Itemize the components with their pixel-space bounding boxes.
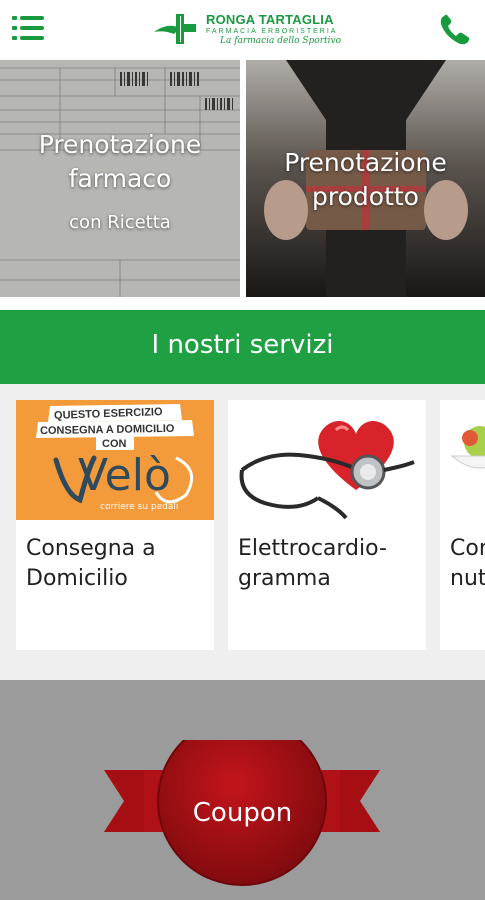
velo-tagline: corriere su pedali: [100, 502, 179, 512]
logo-title: RONGA TARTAGLIA: [206, 12, 334, 27]
hamburger-menu-icon[interactable]: [12, 14, 46, 42]
velo-sign-line3: CON: [102, 438, 127, 450]
service-label-consegna: Consegna a Domicilio: [26, 536, 156, 591]
cross-logo-icon: [154, 14, 196, 44]
service-label-elettrocardiogramma: Elettrocardio- gramma: [238, 536, 387, 591]
velo-sign-line2: CONSEGNA A DOMICILIO: [39, 422, 175, 438]
prenotazione-prodotto-tile[interactable]: Prenotazione prodotto: [246, 60, 485, 297]
app-header: RONGA TARTAGLIA FARMACIA ERBORISTERIA La…: [0, 0, 485, 58]
hero-prodotto-title: Prenotazione prodotto: [284, 148, 447, 211]
phone-icon[interactable]: [436, 10, 474, 48]
hero-farmaco-title: Prenotazione farmaco: [38, 130, 202, 193]
logo-subtitle: FARMACIA ERBORISTERIA: [206, 28, 338, 35]
services-heading: I nostri servizi: [151, 330, 334, 360]
service-card-consegna-domicilio[interactable]: QUESTO ESERCIZIO CONSEGNA A DOMICILIO CO…: [16, 400, 214, 650]
services-carousel[interactable]: QUESTO ESERCIZIO CONSEGNA A DOMICILIO CO…: [0, 384, 485, 680]
food-bowl-image: [440, 400, 485, 520]
logo-tagline: La farmacia dello Sportivo: [220, 36, 342, 46]
prenotazione-farmaco-tile[interactable]: Prenotazione farmaco con Ricetta: [0, 60, 240, 297]
brand-logo[interactable]: RONGA TARTAGLIA FARMACIA ERBORISTERIA La…: [150, 8, 342, 52]
coupon-label[interactable]: Coupon: [0, 798, 485, 828]
service-card-elettrocardiogramma[interactable]: Elettrocardio- gramma: [228, 400, 426, 650]
services-banner: I nostri servizi: [0, 310, 485, 384]
hero-farmaco-subtitle: con Ricetta: [69, 212, 171, 233]
velo-logo-text: Velò: [78, 450, 171, 501]
coupon-section: Coupon: [0, 680, 485, 900]
service-card-consulenza-nutrizionale[interactable]: Con nut: [440, 400, 485, 650]
velo-delivery-image: QUESTO ESERCIZIO CONSEGNA A DOMICILIO CO…: [16, 400, 214, 520]
service-label-nutrizione: Con nut: [450, 536, 485, 591]
heart-stethoscope-image: [228, 400, 426, 520]
